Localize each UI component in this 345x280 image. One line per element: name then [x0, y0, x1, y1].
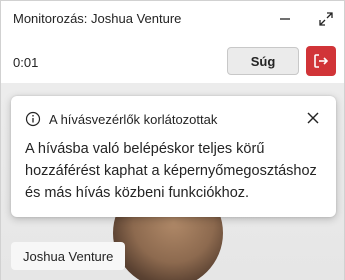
info-icon	[25, 111, 41, 127]
monitoring-window: Monitorozás: Joshua Venture 0:01 Súg A h…	[0, 0, 345, 280]
leave-call-icon	[314, 54, 329, 68]
banner-message: A hívásba való belépéskor teljes körű ho…	[25, 141, 317, 201]
close-icon	[307, 112, 319, 124]
title-bar: Monitorozás: Joshua Venture	[1, 1, 344, 37]
banner-header: A hívásvezérlők korlátozottak	[25, 110, 217, 128]
minimize-button[interactable]	[273, 7, 297, 31]
expand-icon	[319, 12, 333, 26]
help-button[interactable]: Súg	[227, 47, 299, 75]
window-title: Monitorozás: Joshua Venture	[13, 11, 182, 26]
banner-title: A hívásvezérlők korlátozottak	[49, 111, 218, 127]
banner-close-button[interactable]	[302, 107, 324, 129]
restricted-controls-banner: A hívásvezérlők korlátozottak A hívásba …	[11, 96, 336, 217]
call-timer: 0:01	[13, 55, 39, 70]
minimize-icon	[280, 18, 290, 20]
participant-name-tag: Joshua Venture	[11, 242, 126, 270]
expand-button[interactable]	[314, 7, 338, 31]
leave-call-button[interactable]	[306, 46, 336, 76]
